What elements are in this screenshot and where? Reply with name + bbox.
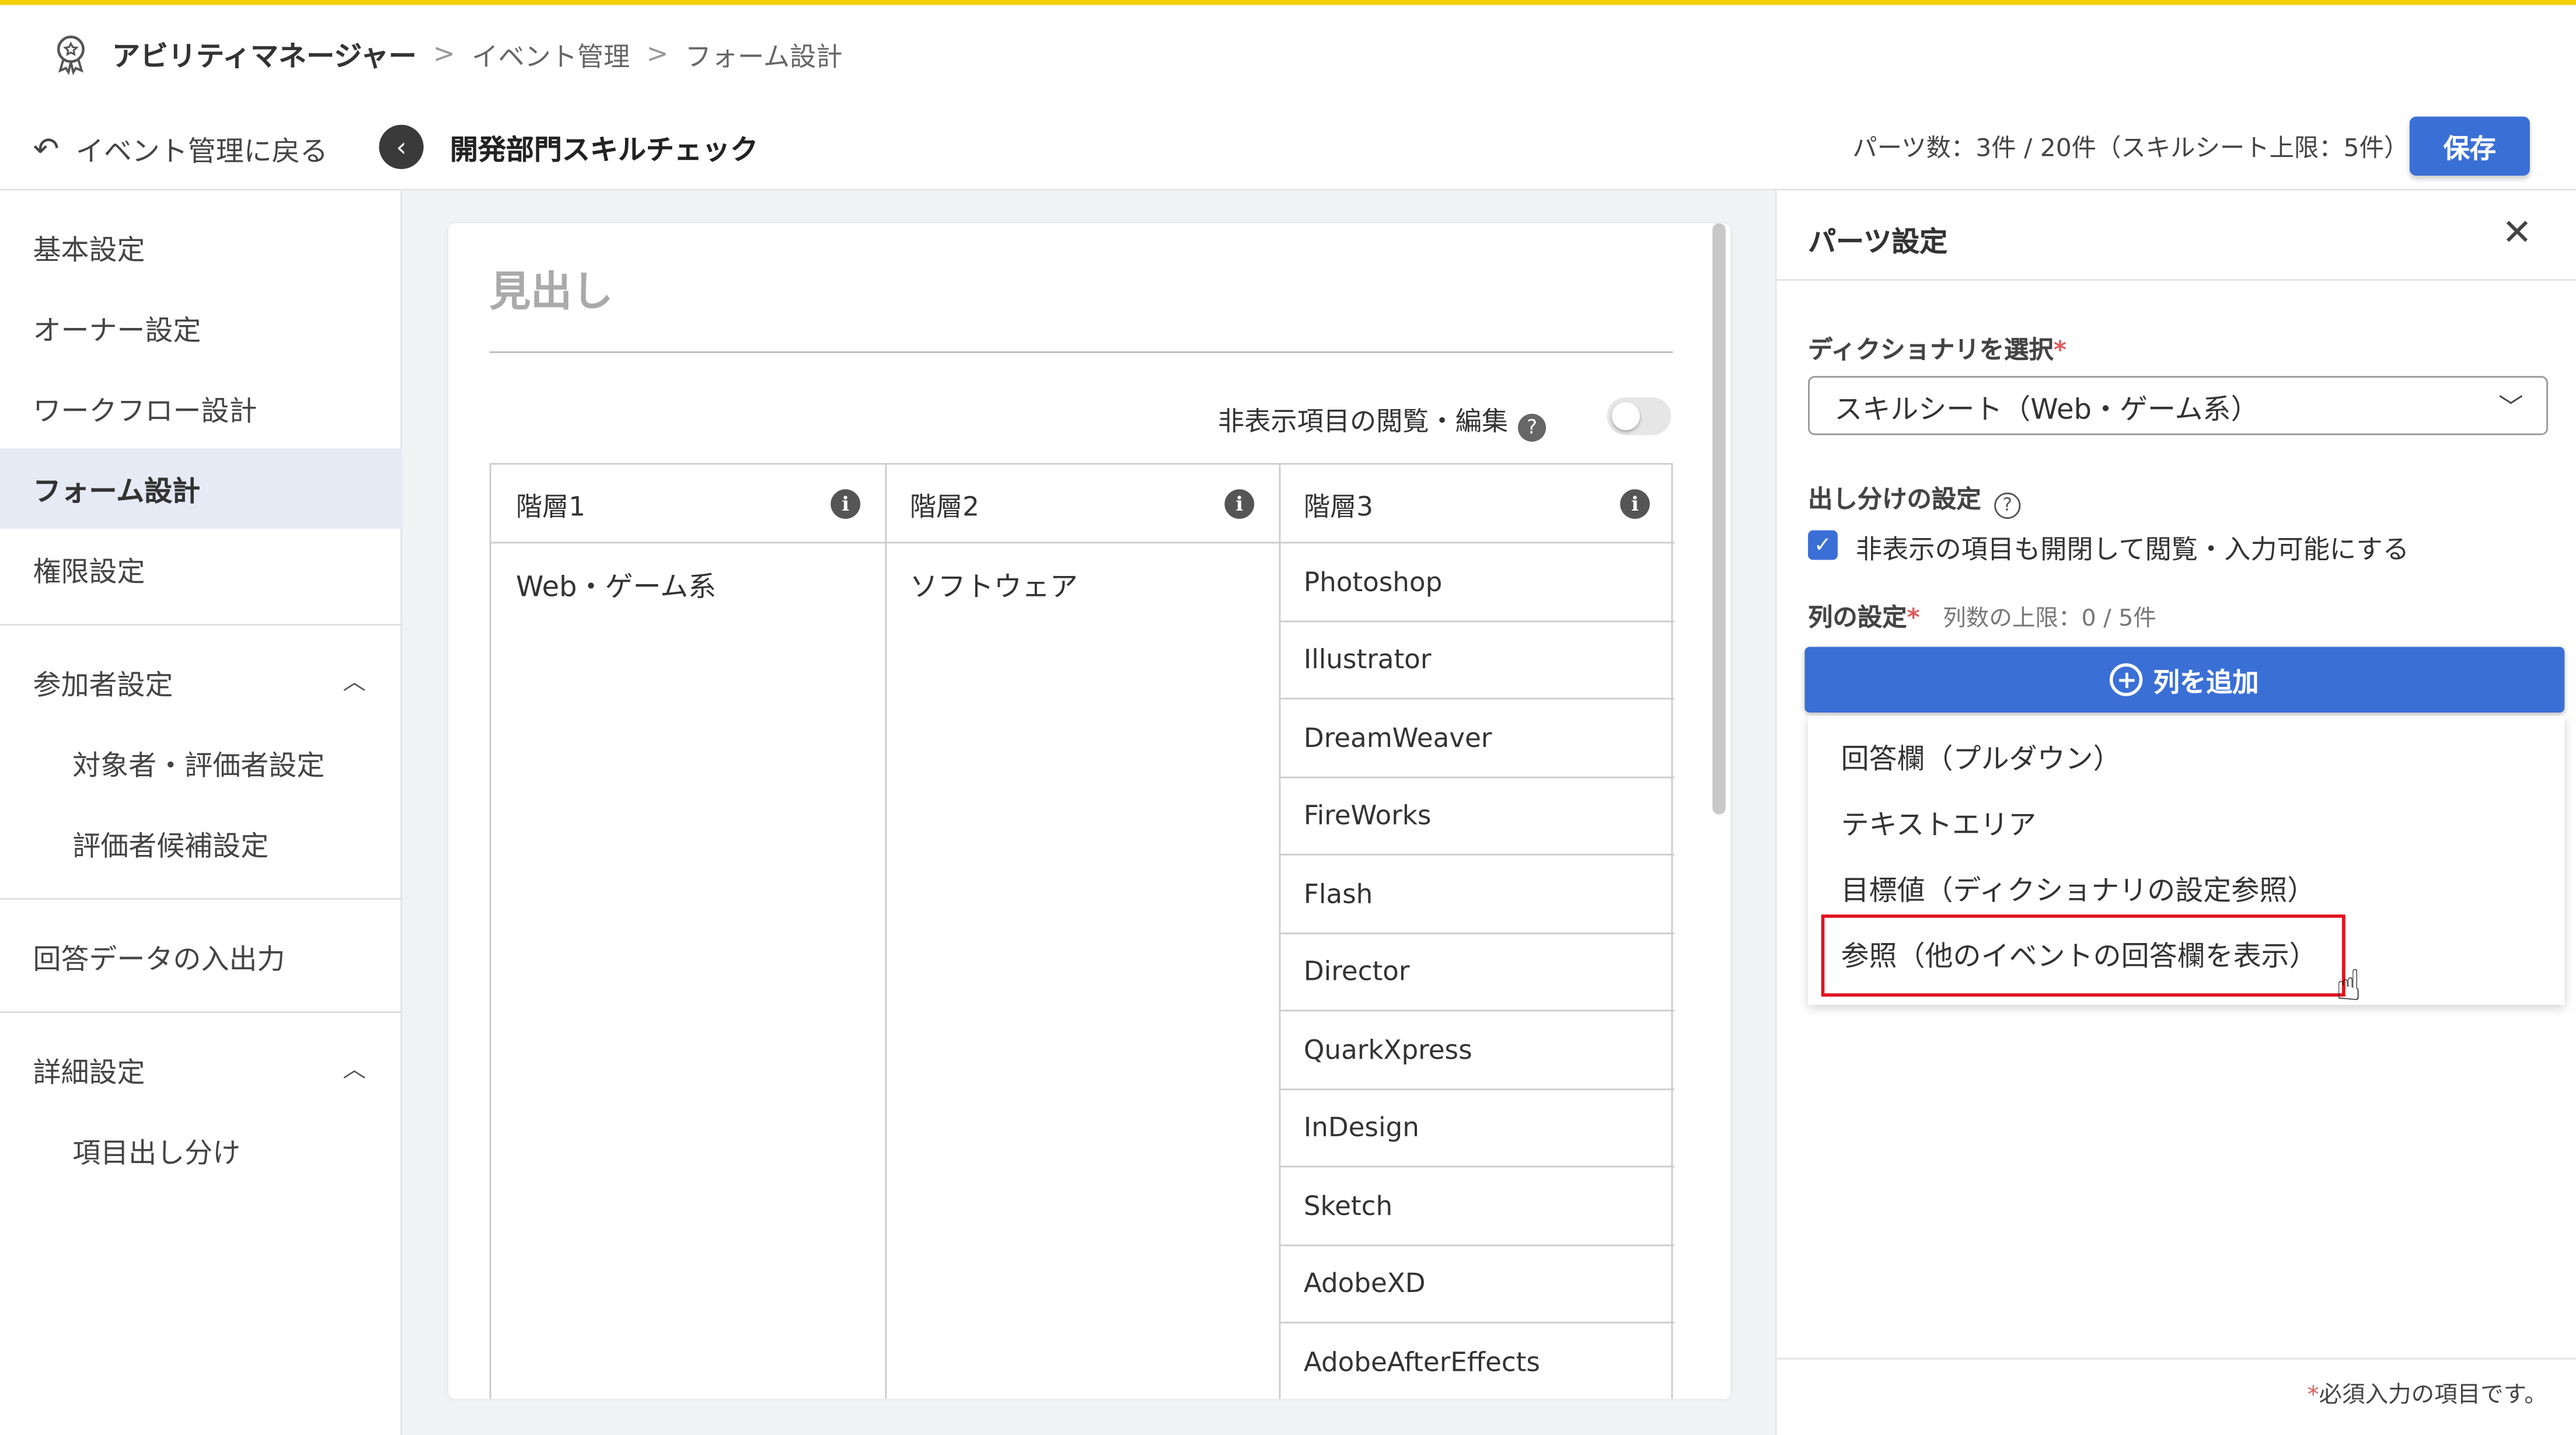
parts-settings-panel: パーツ設定 ✕ ディクショナリを選択* スキルシート（Web・ゲーム系） ﹀ 出… [1775,190,2576,1435]
sidebar-item-label: 詳細設定 [33,1057,145,1091]
undo-arrow-icon: ↶ [33,130,60,167]
add-column-dropdown: 回答欄（プルダウン） テキストエリア 目標値（ディクショナリの設定参照） 参照（… [1808,715,2565,1011]
level2-cell: ソフトウェア [909,571,1078,605]
level3-cell: DreamWeaver [1279,700,1675,778]
hierarchy-table: 階層1 i 階層2 i 階層3 i Web・ゲーム系 ソフトウェア Photos… [489,463,1675,1399]
sidebar-item-target-evaluator[interactable]: 対象者・評価者設定 [0,722,402,803]
level3-cell: FireWorks [1279,777,1675,856]
column-header-level1: 階層1 i [491,465,885,544]
plus-circle-icon: + [2110,663,2144,696]
column-header-level2: 階層2 i [885,465,1279,544]
chevron-up-icon: ︿ [343,1057,366,1084]
sidebar-item-evaluator-candidates[interactable]: 評価者候補設定 [0,803,402,884]
column-divider [885,465,887,1399]
level3-cell: Director [1279,933,1675,1012]
column-header-level3: 階層3 i [1279,465,1675,544]
chevron-up-icon: ︿ [343,669,366,696]
level3-cell: Flash [1279,856,1675,934]
column-limit: 列数の上限：0 / 5件 [1943,606,2156,633]
dropdown-option-answer-pulldown[interactable]: 回答欄（プルダウン） [1841,735,2121,777]
hand-pointer-icon: ☝ [2335,962,2362,1012]
level1-cell: Web・ゲーム系 [515,571,717,605]
save-button[interactable]: 保存 [2409,116,2530,176]
level3-cell: AdobeXD [1279,1245,1675,1324]
level3-cell: AdobeAfterEffects [1303,1346,1540,1378]
sidebar-item-label: 参加者設定 [33,669,173,703]
app-name-link[interactable]: アビリティマネージャー [112,33,417,74]
toggle-label-text: 非表示項目の閲覧・編集 [1218,405,1509,437]
field-label-text: 出し分けの設定 [1808,484,1981,514]
sidebar-item-basic-settings[interactable]: 基本設定 [0,207,402,288]
required-mark: * [2053,334,2067,365]
required-note: *必須入力の項目です。 [2308,1378,2547,1410]
sub-header: ↶ イベント管理に戻る ‹ 開発部門スキルチェック パーツ数：3件 / 20件（… [0,102,2576,191]
highlight-box [1821,914,2345,997]
dictionary-label: ディクショナリを選択* [1808,331,2067,366]
top-header: アビリティマネージャー > イベント管理 > フォーム設計 [0,0,2576,102]
required-mark: * [1907,602,1920,633]
field-label-text: 列の設定 [1808,602,1907,633]
sidebar-divider [0,624,403,626]
back-label: イベント管理に戻る [75,136,328,169]
help-icon[interactable]: ? [1994,491,2021,518]
dictionary-select[interactable]: スキルシート（Web・ゲーム系） ﹀ [1808,376,2549,435]
visibility-setting-label: 出し分けの設定? [1808,481,2021,518]
show-hidden-items-checkbox[interactable]: ✓ [1808,530,1838,560]
sidebar-item-owner-settings[interactable]: オーナー設定 [0,287,402,368]
heading-title[interactable]: 見出し [490,260,613,319]
scrollbar[interactable] [1712,223,1726,815]
help-icon[interactable]: ? [1518,413,1547,441]
dictionary-select-value: スキルシート（Web・ゲーム系） [1834,393,2259,427]
sidebar-item-workflow-design[interactable]: ワークフロー設計 [0,368,402,448]
level3-cell: Illustrator [1279,622,1675,700]
level3-cell: QuarkXpress [1279,1011,1675,1090]
sidebar-item-form-design[interactable]: フォーム設計 [0,448,403,529]
sidebar-item-answer-data-io[interactable]: 回答データの入出力 [0,916,402,997]
column-header-label: 階層3 [1303,490,1374,522]
close-icon[interactable]: ✕ [2502,214,2532,254]
column-header-label: 階層1 [515,490,586,522]
sidebar-item-item-distribution[interactable]: 項目出し分け [0,1110,402,1190]
breadcrumb-separator-icon: > [433,37,456,69]
award-badge-icon [57,34,85,75]
panel-divider [1776,1357,2576,1360]
field-label-text: ディクショナリを選択 [1808,334,2054,365]
add-column-button[interactable]: + 列を追加 [1804,647,2565,713]
breadcrumb-form-design: フォーム設計 [685,40,843,72]
column-settings-label: 列の設定* 列数の上限：0 / 5件 [1808,599,2156,634]
breadcrumb-separator-icon: > [646,37,669,69]
column-header-label: 階層2 [909,490,980,522]
add-column-label: 列を追加 [2153,666,2259,698]
level3-cell: InDesign [1279,1090,1675,1168]
parts-count: パーツ数：3件 / 20件（スキルシート上限：5件） [1852,132,2409,163]
sidebar-item-advanced[interactable]: 詳細設定 ︿ [0,1029,402,1110]
panel-title: パーツ設定 [1808,226,1948,260]
dropdown-option-target-value[interactable]: 目標値（ディクショナリの設定参照） [1841,867,2316,908]
info-icon[interactable]: i [1224,489,1255,519]
level3-cell: Photoshop [1279,543,1675,622]
chevron-down-icon: ﹀ [2498,392,2523,423]
required-note-text: 必須入力の項目です。 [2319,1382,2547,1409]
sidebar-divider [0,1011,403,1013]
level3-cell: Sketch [1279,1167,1675,1246]
panel-divider [1776,279,2576,281]
sidebar-divider [0,898,403,900]
form-part-card: 見出し 非表示項目の閲覧・編集? 階層1 i 階層2 i 階層3 i Web・ゲ… [448,223,1731,1399]
hidden-items-toggle-label: 非表示項目の閲覧・編集? [1218,399,1547,441]
sidebar-item-permission-settings[interactable]: 権限設定 [0,529,402,609]
info-icon[interactable]: i [1620,489,1650,519]
breadcrumb-event-management[interactable]: イベント管理 [472,34,630,74]
back-to-event-management-link[interactable]: ↶ イベント管理に戻る [33,128,327,169]
event-title: 開発部門スキルチェック [449,134,759,167]
sidebar: 基本設定 オーナー設定 ワークフロー設計 フォーム設計 権限設定 参加者設定 ︿… [0,190,403,1435]
dropdown-option-text-area[interactable]: テキストエリア [1841,801,2037,842]
toggle-knob [1611,402,1640,431]
checkbox-label: 非表示の項目も開閉して閲覧・入力可能にする [1855,533,2409,565]
sidebar-item-participants[interactable]: 参加者設定 ︿ [0,642,402,722]
required-mark: * [2307,1382,2319,1409]
chevron-left-icon[interactable]: ‹ [379,124,424,169]
heading-underline [489,351,1673,353]
hidden-items-toggle[interactable] [1607,397,1671,435]
info-icon[interactable]: i [830,489,861,519]
